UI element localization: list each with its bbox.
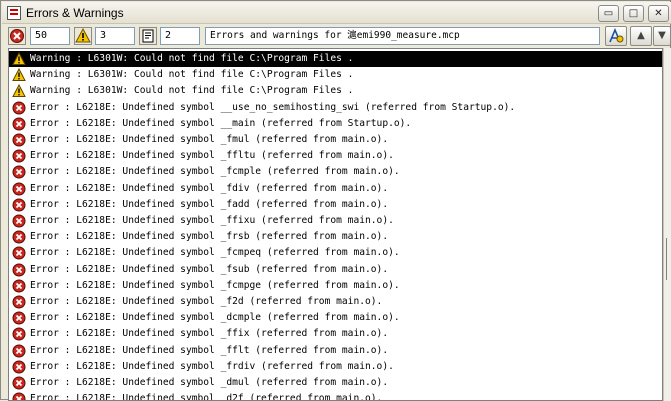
toolbar: 50 3 2 Errors and warnings for 滬emi990_m… xyxy=(2,25,671,47)
next-message-button[interactable]: ▼ xyxy=(653,26,671,46)
error-row[interactable]: Error : L6218E: Undefined symbol _fmul (… xyxy=(9,132,662,148)
error-icon xyxy=(12,133,26,147)
error-row[interactable]: Error : L6218E: Undefined symbol _fadd (… xyxy=(9,197,662,213)
close-button[interactable]: ✕ xyxy=(648,5,669,22)
warning-icon xyxy=(12,52,26,65)
message-text: Error : L6218E: Undefined symbol _fcmpge… xyxy=(30,279,400,291)
error-icon xyxy=(12,182,26,196)
message-text: Error : L6218E: Undefined symbol _fcmple… xyxy=(30,166,400,178)
message-text: Error : L6218E: Undefined symbol _frsb (… xyxy=(30,231,389,243)
vertical-scrollbar[interactable] xyxy=(663,48,671,401)
message-text: Warning : L6301W: Could not find file C:… xyxy=(30,53,354,64)
message-text: Error : L6218E: Undefined symbol _dcmple… xyxy=(30,312,400,324)
error-icon xyxy=(12,376,26,390)
message-count-field: 2 xyxy=(160,27,200,45)
find-icon xyxy=(609,27,624,43)
warning-row[interactable]: Warning : L6301W: Could not find file C:… xyxy=(9,67,662,83)
warning-count-field: 3 xyxy=(95,27,135,45)
warning-row[interactable]: Warning : L6301W: Could not find file C:… xyxy=(9,51,662,68)
error-icon xyxy=(12,295,26,309)
error-icon xyxy=(12,263,26,277)
error-icon xyxy=(12,101,26,115)
error-row[interactable]: Error : L6218E: Undefined symbol __use_n… xyxy=(9,100,662,116)
error-icon xyxy=(12,279,26,293)
error-icon xyxy=(12,327,26,341)
message-text: Error : L6218E: Undefined symbol __main … xyxy=(30,117,412,129)
error-icon xyxy=(12,117,26,131)
errors-warnings-window: Errors & Warnings ▭ □ ✕ 50 3 2 Errors an… xyxy=(0,0,671,401)
error-row[interactable]: Error : L6218E: Undefined symbol _fsub (… xyxy=(9,262,662,278)
warning-icon xyxy=(12,84,26,98)
message-text: Error : L6218E: Undefined symbol _ffltu … xyxy=(30,150,394,162)
error-row[interactable]: Error : L6218E: Undefined symbol _fdiv (… xyxy=(9,181,662,197)
message-text: Error : L6218E: Undefined symbol __use_n… xyxy=(30,101,516,113)
message-filter-icon[interactable] xyxy=(139,27,157,45)
error-row[interactable]: Error : L6218E: Undefined symbol _fflt (… xyxy=(9,343,662,359)
find-button[interactable] xyxy=(605,26,627,46)
scrollbar-thumb[interactable] xyxy=(666,238,671,280)
error-count-field: 50 xyxy=(30,27,70,45)
maximize-button[interactable]: □ xyxy=(623,5,644,22)
message-text: Error : L6218E: Undefined symbol _f2d (r… xyxy=(30,296,383,307)
error-icon xyxy=(12,360,26,374)
error-row[interactable]: Error : L6218E: Undefined symbol _ffixu … xyxy=(9,213,662,229)
message-text: Error : L6218E: Undefined symbol _fmul (… xyxy=(30,134,389,145)
title-bar[interactable]: Errors & Warnings ▭ □ ✕ xyxy=(2,2,671,24)
message-text: Error : L6218E: Undefined symbol _fcmpeq… xyxy=(30,247,400,259)
message-text: Error : L6218E: Undefined symbol _ffixu … xyxy=(30,215,394,226)
messages-list[interactable]: Warning : L6301W: Could not find file C:… xyxy=(8,48,663,401)
message-text: Error : L6218E: Undefined symbol _fsub (… xyxy=(30,263,389,275)
message-text: Error : L6218E: Undefined symbol _ffix (… xyxy=(30,328,389,340)
message-text: Warning : L6301W: Could not find file C:… xyxy=(30,69,354,81)
error-row[interactable]: Error : L6218E: Undefined symbol _fcmple… xyxy=(9,164,662,180)
error-icon xyxy=(12,198,26,212)
window-app-icon xyxy=(7,6,21,20)
error-icon xyxy=(12,246,26,260)
error-row[interactable]: Error : L6218E: Undefined symbol _frsb (… xyxy=(9,229,662,245)
message-text: Warning : L6301W: Could not find file C:… xyxy=(30,85,354,97)
error-icon xyxy=(12,311,26,325)
error-row[interactable]: Error : L6218E: Undefined symbol _fcmpge… xyxy=(9,278,662,294)
previous-message-button[interactable]: ▲ xyxy=(630,26,652,46)
warning-row[interactable]: Warning : L6301W: Could not find file C:… xyxy=(9,83,662,99)
error-row[interactable]: Error : L6218E: Undefined symbol _dcmple… xyxy=(9,310,662,326)
error-row[interactable]: Error : L6218E: Undefined symbol _ffix (… xyxy=(9,326,662,342)
error-icon xyxy=(12,344,26,358)
message-text: Error : L6218E: Undefined symbol _frdiv … xyxy=(30,360,394,372)
window-title: Errors & Warnings xyxy=(26,6,124,20)
description-field: Errors and warnings for 滬emi990_measure.… xyxy=(205,27,600,45)
error-icon xyxy=(12,230,26,244)
error-row[interactable]: Error : L6218E: Undefined symbol _fcmpeq… xyxy=(9,245,662,261)
error-row[interactable]: Error : L6218E: Undefined symbol _dmul (… xyxy=(9,375,662,391)
error-icon xyxy=(12,165,26,179)
message-text: Error : L6218E: Undefined symbol _dmul (… xyxy=(30,377,389,388)
warning-filter-icon[interactable] xyxy=(74,27,92,45)
message-text: Error : L6218E: Undefined symbol _fdiv (… xyxy=(30,182,389,194)
warning-icon xyxy=(12,68,26,82)
error-row[interactable]: Error : L6218E: Undefined symbol __main … xyxy=(9,116,662,132)
error-icon xyxy=(12,149,26,163)
message-text: Error : L6218E: Undefined symbol _fadd (… xyxy=(30,198,389,210)
minimize-button[interactable]: ▭ xyxy=(598,5,619,22)
error-row[interactable]: Error : L6218E: Undefined symbol _f2d (r… xyxy=(9,294,662,310)
error-row[interactable]: Error : L6218E: Undefined symbol _ffltu … xyxy=(9,148,662,164)
error-filter-icon[interactable] xyxy=(8,27,26,45)
message-text: Error : L6218E: Undefined symbol _fflt (… xyxy=(30,344,389,356)
error-icon xyxy=(12,214,26,228)
error-row[interactable]: Error : L6218E: Undefined symbol _frdiv … xyxy=(9,359,662,375)
